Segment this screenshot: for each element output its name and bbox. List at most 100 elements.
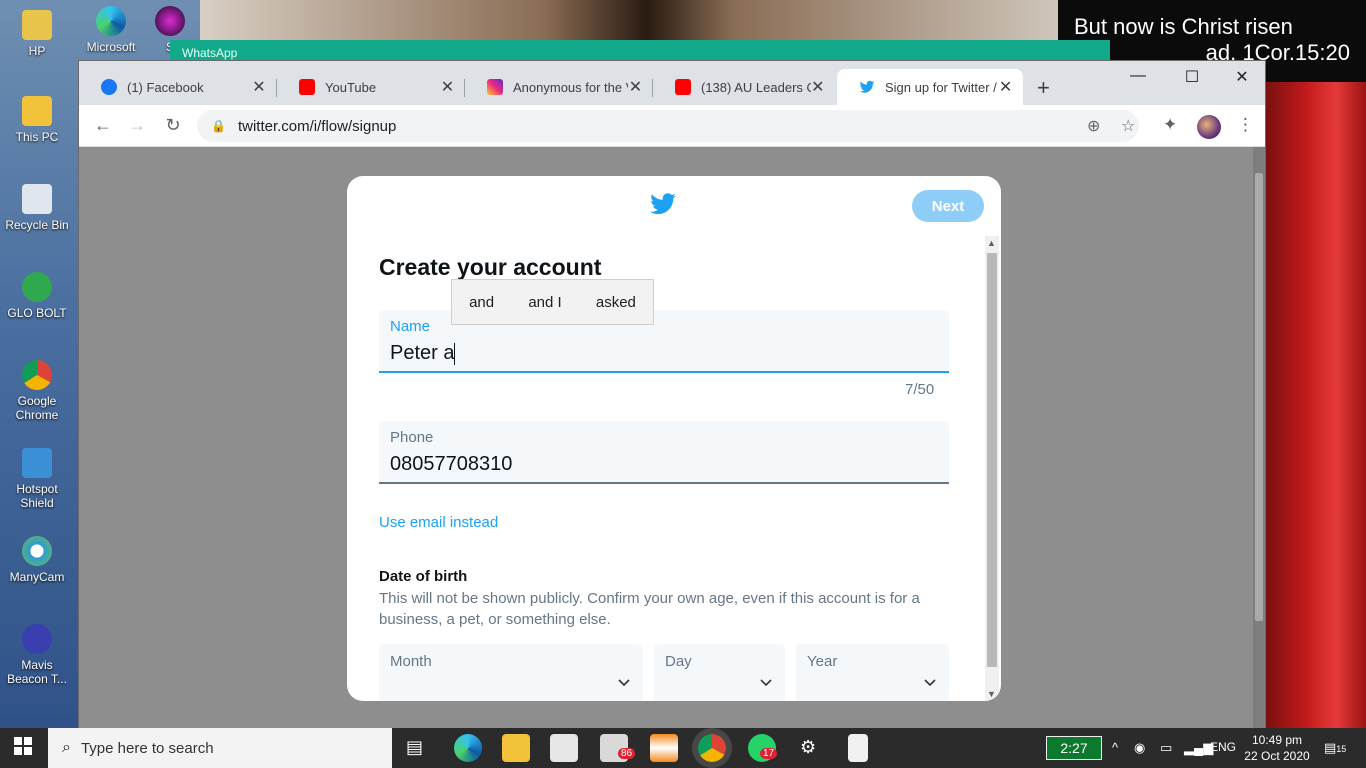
install-app-icon[interactable]: ⊕ (1087, 116, 1100, 136)
tab-twitter-signup[interactable]: Sign up for Twitter / Twitter ✕ (837, 69, 1023, 105)
phone-field[interactable]: Phone 08057708310 (379, 421, 949, 484)
whatsapp-title: WhatsApp (182, 46, 238, 60)
tab-close-icon[interactable]: ✕ (998, 77, 1013, 97)
taskbar-file-explorer-icon[interactable] (502, 734, 530, 762)
desktop-icon-label: HP (28, 44, 46, 58)
tab-close-icon[interactable]: ✕ (628, 77, 643, 97)
scroll-down-arrow-icon[interactable]: ▼ (987, 689, 996, 699)
profile-avatar[interactable] (1197, 115, 1221, 139)
url-text: twitter.com/i/flow/signup (237, 117, 397, 135)
modal-scrollbar-thumb[interactable] (987, 253, 997, 667)
desktop-icon-hp[interactable]: HP (0, 10, 74, 58)
tab-close-icon[interactable]: ✕ (440, 77, 455, 97)
instagram-icon (487, 79, 503, 95)
search-placeholder: Type here to search (80, 739, 214, 757)
taskbar-clock[interactable]: 10:49 pm 22 Oct 2020 (1244, 732, 1310, 764)
tab-close-icon[interactable]: ✕ (811, 77, 825, 97)
tab-facebook[interactable]: (1) Facebook ✕ (79, 69, 277, 105)
tab-label: (138) AU Leaders Ob (701, 79, 811, 95)
tab-label: (1) Facebook (127, 79, 204, 95)
signup-modal: Next ▲ ▼ Create your account Name Peter … (347, 176, 1001, 701)
taskbar-vlc-icon[interactable] (650, 734, 678, 762)
page-scrollbar[interactable] (1253, 147, 1265, 729)
browser-toolbar: ← → ↻ 🔒 twitter.com/i/flow/signup ⊕ ☆ ✦ … (79, 105, 1265, 147)
tray-chevron-up-icon[interactable]: ^ (1112, 740, 1118, 755)
chrome-menu-icon[interactable]: ⋮ (1237, 115, 1254, 135)
lock-icon[interactable]: 🔒 (211, 119, 226, 133)
desktop-icon-mavis-beacon[interactable]: Mavis Beacon T... (0, 624, 74, 686)
tray-signal-icon[interactable]: ▂▄▆ (1184, 740, 1213, 756)
extensions-puzzle-icon[interactable]: ✦ (1163, 115, 1177, 135)
taskbar-edge-icon[interactable] (454, 734, 482, 762)
chevron-down-icon (924, 679, 936, 687)
page-scrollbar-thumb[interactable] (1255, 173, 1263, 621)
next-button[interactable]: Next (912, 190, 984, 222)
tab-label: YouTube (325, 79, 377, 95)
forward-button[interactable]: → (125, 115, 149, 136)
tray-network-app-icon[interactable]: ◉ (1134, 740, 1145, 756)
year-select[interactable]: Year (796, 644, 949, 701)
youtube-icon (675, 79, 691, 95)
reload-button[interactable]: ↻ (161, 115, 185, 136)
tab-youtube[interactable]: YouTube ✕ (277, 69, 465, 105)
tab-close-icon[interactable]: ✕ (251, 77, 267, 97)
suggestion-item[interactable]: and I (528, 294, 561, 311)
desktop-icon-label: Google Chrome (15, 394, 59, 422)
battery-timer-widget[interactable]: 2:27 (1046, 736, 1102, 760)
whatsapp-window-titlebar[interactable]: WhatsApp (170, 40, 1110, 62)
tab-label: Anonymous for the Voiceless (513, 79, 628, 95)
twitter-bird-icon (650, 193, 676, 215)
notification-center-icon[interactable]: ▤15 (1324, 740, 1346, 756)
manycam-icon (22, 536, 52, 566)
taskbar-search-box[interactable]: ⌕ Type here to search (48, 728, 392, 768)
suggestion-item[interactable]: and (469, 294, 494, 311)
verse-line-1: But now is Christ risen (1074, 14, 1293, 39)
desktop-icon-manycam[interactable]: ManyCam (0, 536, 74, 584)
tray-battery-icon[interactable]: ▭ (1160, 740, 1172, 756)
name-input[interactable]: Peter a (390, 342, 930, 365)
text-suggestion-popup: and and I asked (451, 279, 654, 325)
tab-instagram[interactable]: Anonymous for the Voiceless ✕ (465, 69, 653, 105)
desktop-icon-microsoft-edge[interactable]: Microsoft (74, 6, 148, 54)
start-button[interactable] (14, 737, 32, 760)
taskbar-chrome-icon[interactable] (698, 734, 726, 762)
address-bar[interactable]: 🔒 twitter.com/i/flow/signup ⊕ ☆ (197, 110, 1139, 142)
glo-bolt-icon (22, 272, 52, 302)
app-shortcut-icon (155, 6, 185, 36)
desktop-icon-google-chrome[interactable]: Google Chrome (0, 360, 74, 422)
clock-date: 22 Oct 2020 (1244, 749, 1310, 763)
language-indicator[interactable]: ENG (1210, 740, 1236, 754)
close-window-button[interactable]: ✕ (1219, 67, 1265, 87)
page-title: Create your account (379, 254, 602, 280)
month-select[interactable]: Month (379, 644, 643, 701)
new-tab-button[interactable]: + (1037, 75, 1050, 101)
taskbar-notepad-icon[interactable] (848, 734, 868, 762)
chrome-window: (1) Facebook ✕ YouTube ✕ Anonymous for t… (78, 60, 1266, 729)
search-icon: ⌕ (62, 739, 71, 756)
minimize-button[interactable]: — (1115, 67, 1161, 85)
desktop-wallpaper-right (1266, 80, 1366, 728)
suggestion-item[interactable]: asked (596, 294, 636, 311)
desktop-icon-glo-bolt[interactable]: GLO BOLT (0, 272, 74, 320)
desktop-icon-hotspot-shield[interactable]: Hotspot Shield (0, 448, 74, 510)
scroll-up-arrow-icon[interactable]: ▲ (987, 238, 996, 248)
chrome-icon (22, 360, 52, 390)
desktop-icon-recycle-bin[interactable]: Recycle Bin (0, 184, 74, 232)
tab-au-leaders[interactable]: (138) AU Leaders Ob ✕ (653, 69, 835, 105)
tab-label: Sign up for Twitter / Twitter (885, 79, 998, 95)
taskbar-settings-gear-icon[interactable]: ⚙ (800, 737, 816, 758)
chevron-down-icon (760, 679, 772, 687)
day-select[interactable]: Day (654, 644, 785, 701)
task-view-icon[interactable]: ▤ (406, 737, 423, 758)
bookmark-star-icon[interactable]: ☆ (1121, 116, 1135, 136)
mail-badge: 86 (618, 748, 636, 759)
use-email-link[interactable]: Use email instead (379, 514, 498, 531)
maximize-button[interactable]: ☐ (1169, 67, 1215, 87)
phone-input[interactable]: 08057708310 (390, 453, 930, 476)
desktop-icon-this-pc[interactable]: This PC (0, 96, 74, 144)
windows-logo-icon (14, 737, 32, 755)
back-button[interactable]: ← (91, 115, 115, 136)
taskbar-store-icon[interactable] (550, 734, 578, 762)
desktop-icon-label: GLO BOLT (7, 306, 67, 320)
modal-scrollbar[interactable]: ▲ ▼ (985, 236, 999, 701)
